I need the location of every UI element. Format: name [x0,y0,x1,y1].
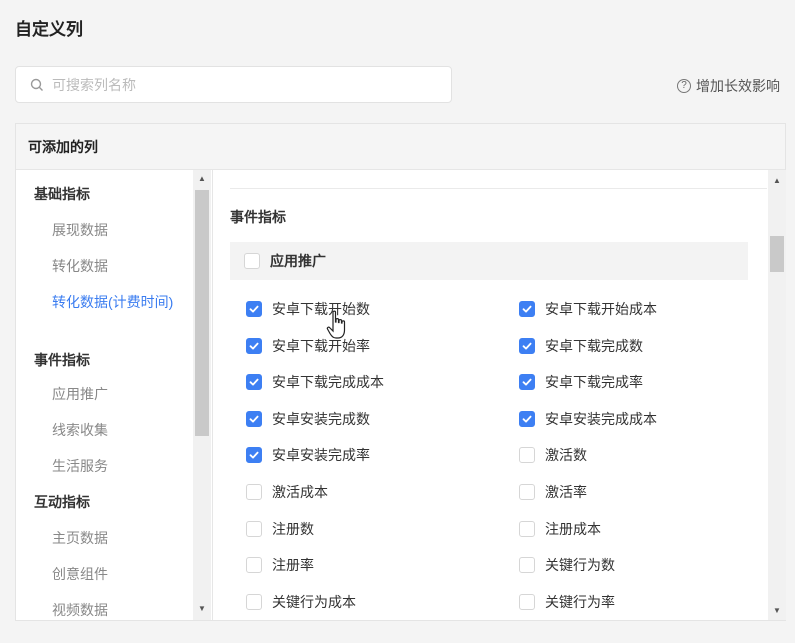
column-option[interactable]: 激活数 [519,445,587,465]
checkbox[interactable] [246,410,262,427]
sidebar-scroll-thumb[interactable] [195,190,209,436]
checkbox[interactable] [519,301,535,317]
checkbox[interactable] [246,520,262,537]
section-title: 事件指标 [230,209,286,225]
checkbox[interactable] [519,447,535,464]
column-option-label: 安卓安装完成成本 [545,410,657,427]
column-option-label: 安卓下载完成数 [545,337,643,354]
sidebar-category: 互动指标 [34,494,90,510]
column-option[interactable]: 关键行为成本 [246,592,356,612]
checkbox[interactable] [246,593,262,610]
help-link-label: 增加长效影响 [696,78,780,94]
column-option-label: 安卓下载开始数 [272,301,370,317]
search-icon [30,78,44,92]
column-option[interactable]: 激活率 [519,482,587,502]
column-option[interactable]: 注册率 [246,555,314,575]
checkbox[interactable] [246,447,262,464]
column-option[interactable]: 关键行为数 [519,555,615,575]
column-option-label: 激活数 [545,447,587,464]
column-option-label: 安卓下载完成率 [545,374,643,391]
sidebar-item[interactable]: 生活服务 [52,456,108,476]
sidebar-item[interactable]: 主页数据 [52,528,108,548]
scroll-down-icon[interactable]: ▼ [770,606,784,615]
checkbox[interactable] [519,337,535,354]
scroll-up-icon[interactable]: ▲ [195,174,209,183]
column-option[interactable]: 安卓安装完成数 [246,409,370,429]
column-option[interactable]: 注册数 [246,519,314,539]
sidebar-item[interactable]: 展现数据 [52,220,108,240]
sidebar-item[interactable]: 创意组件 [52,564,108,584]
column-option[interactable]: 安卓安装完成成本 [519,409,657,429]
column-option[interactable]: 安卓下载开始成本 [519,299,657,319]
category-sidebar: 基础指标展现数据转化数据转化数据(计费时间) 事件指标应用推广线索收集生活服务互动… [16,170,213,620]
checkbox[interactable] [519,557,535,574]
column-option-label: 激活率 [545,484,587,500]
checkbox[interactable] [519,484,535,500]
scroll-up-icon[interactable]: ▲ [770,176,784,185]
column-option-label: 关键行为数 [545,557,615,574]
column-option-label: 注册数 [272,520,314,537]
help-link[interactable]: ? 增加长效影响 [677,76,780,96]
group-select-all[interactable]: 应用推广 [230,242,748,280]
checkbox[interactable] [519,374,535,391]
column-option-label: 关键行为率 [545,593,615,610]
question-icon: ? [677,79,691,93]
checkbox[interactable] [246,557,262,574]
column-option[interactable]: 安卓下载开始率 [246,336,370,356]
sidebar-item[interactable]: 转化数据 [52,256,108,276]
checkbox[interactable] [246,337,262,354]
group-checkbox[interactable] [244,253,260,269]
sidebar-item[interactable]: 视频数据 [52,600,108,620]
column-option[interactable]: 安卓下载完成数 [519,336,643,356]
sidebar-item[interactable]: 应用推广 [52,384,108,404]
column-option[interactable]: 安卓下载开始数 [246,299,370,319]
column-option-label: 安卓下载开始率 [272,337,370,354]
column-option-label: 安卓安装完成数 [272,410,370,427]
divider [230,188,767,189]
column-option-label: 激活成本 [272,484,328,500]
column-option[interactable]: 安卓安装完成率 [246,445,370,465]
column-option[interactable]: 注册成本 [519,519,601,539]
column-option[interactable]: 激活成本 [246,482,328,502]
checkbox[interactable] [519,520,535,537]
column-option-label: 安卓安装完成率 [272,447,370,464]
checkbox[interactable] [519,593,535,610]
column-option-label: 注册成本 [545,520,601,537]
panel-header: 可添加的列 [16,124,785,170]
sidebar-item[interactable]: 转化数据(计费时间) [52,292,174,312]
checkbox[interactable] [246,484,262,500]
sidebar-item[interactable]: 线索收集 [52,420,108,440]
column-option-label: 安卓下载开始成本 [545,301,657,317]
column-option[interactable]: 安卓下载完成成本 [246,372,384,392]
column-option[interactable]: 安卓下载完成率 [519,372,643,392]
scroll-down-icon[interactable]: ▼ [195,604,209,613]
sidebar-category: 基础指标 [34,186,90,202]
hand-cursor-icon [326,310,346,339]
checkbox[interactable] [246,301,262,317]
checkbox[interactable] [246,374,262,391]
group-label: 应用推广 [270,253,326,269]
column-options: 事件指标 应用推广 安卓下载开始数 安卓下载开始成本 安卓下载开始率 安卓下载完成数安… [214,170,767,620]
search-input[interactable] [52,76,432,93]
search-box[interactable] [15,66,452,103]
column-option-label: 关键行为成本 [272,593,356,610]
checkbox[interactable] [519,410,535,427]
column-option-label: 安卓下载完成成本 [272,374,384,391]
column-option[interactable]: 关键行为率 [519,592,615,612]
content-scroll-thumb[interactable] [770,236,784,272]
column-option-label: 注册率 [272,557,314,574]
available-columns-panel: 可添加的列 基础指标 展现数据 转化数据 转化数据(计费时间) 事件指标 应用推广 线索收集… [15,123,786,621]
sidebar-category: 事件指标 [34,352,90,368]
page-title: 自定义列 [15,20,83,39]
